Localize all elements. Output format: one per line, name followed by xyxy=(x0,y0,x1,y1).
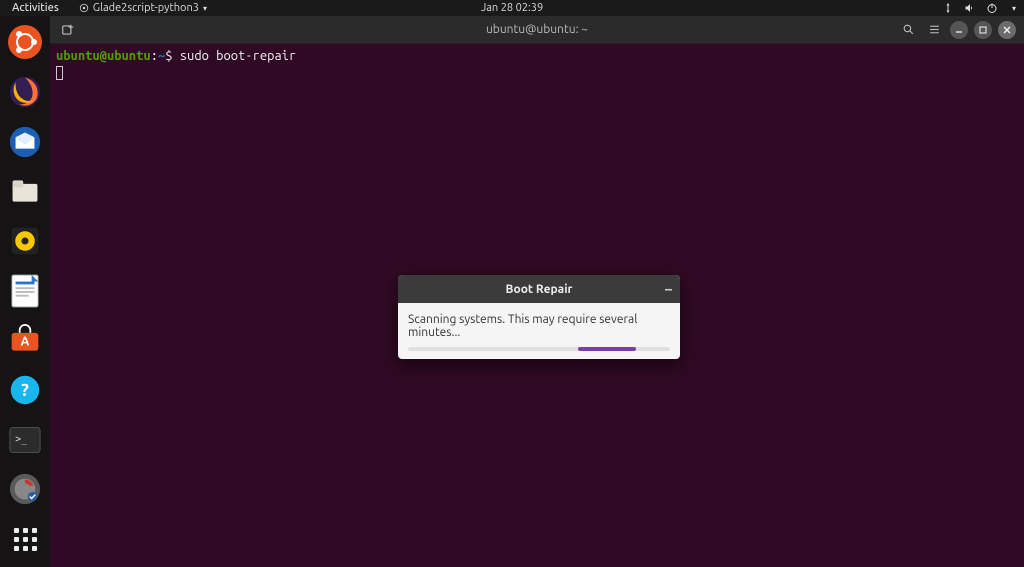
window-close-button[interactable] xyxy=(998,21,1016,39)
dock-item-rhythmbox[interactable] xyxy=(5,223,45,259)
dock: A ? >_ xyxy=(0,16,50,567)
dialog-titlebar[interactable]: Boot Repair – xyxy=(398,275,680,303)
search-button[interactable] xyxy=(898,20,918,40)
terminal-cursor xyxy=(56,66,63,80)
show-applications-button[interactable] xyxy=(5,521,45,557)
terminal-command: sudo boot-repair xyxy=(180,49,296,63)
window-minimize-button[interactable] xyxy=(950,21,968,39)
app-menu[interactable]: Glade2script-python3 ▾ xyxy=(71,2,215,14)
prompt-sep: : xyxy=(151,49,158,63)
grid-icon xyxy=(14,528,37,551)
menu-button[interactable] xyxy=(924,20,944,40)
boot-repair-dialog: Boot Repair – Scanning systems. This may… xyxy=(398,275,680,359)
dock-item-terminal[interactable]: >_ xyxy=(5,422,45,458)
dock-item-ubuntu-software[interactable]: A xyxy=(5,323,45,359)
dock-item-boot-repair[interactable] xyxy=(5,472,45,508)
app-icon xyxy=(79,3,89,13)
progress-bar xyxy=(408,347,670,351)
dock-item-libreoffice-writer[interactable] xyxy=(5,273,45,309)
volume-icon[interactable] xyxy=(964,2,976,14)
network-icon[interactable] xyxy=(942,2,954,14)
prompt-userhost: ubuntu@ubuntu xyxy=(56,49,151,63)
svg-text:A: A xyxy=(21,335,30,349)
caret-down-icon[interactable]: ▾ xyxy=(1012,4,1016,13)
dock-item-thunderbird[interactable] xyxy=(5,124,45,160)
dock-item-files[interactable] xyxy=(5,173,45,209)
new-tab-button[interactable] xyxy=(58,20,78,40)
progress-indicator xyxy=(578,347,636,351)
dock-item-firefox[interactable] xyxy=(5,74,45,110)
dock-item-ubuntu[interactable] xyxy=(5,24,45,60)
system-tray[interactable]: ▾ xyxy=(942,2,1024,14)
svg-text:?: ? xyxy=(21,380,29,400)
caret-down-icon: ▾ xyxy=(203,4,207,13)
dialog-title: Boot Repair xyxy=(506,283,573,296)
terminal-title: ubuntu@ubuntu: ~ xyxy=(486,23,588,36)
top-panel: Activities Glade2script-python3 ▾ Jan 28… xyxy=(0,0,1024,16)
window-maximize-button[interactable] xyxy=(974,21,992,39)
terminal-headerbar: ubuntu@ubuntu: ~ xyxy=(50,16,1024,44)
activities-button[interactable]: Activities xyxy=(0,2,71,14)
app-menu-label: Glade2script-python3 xyxy=(93,2,199,14)
prompt-symbol: $ xyxy=(165,49,172,63)
dialog-message: Scanning systems. This may require sever… xyxy=(408,313,670,339)
dialog-minimize-button[interactable]: – xyxy=(665,282,672,296)
svg-text:>_: >_ xyxy=(15,434,27,445)
dock-item-help[interactable]: ? xyxy=(5,372,45,408)
dialog-body: Scanning systems. This may require sever… xyxy=(398,303,680,359)
power-icon[interactable] xyxy=(986,2,998,14)
clock[interactable]: Jan 28 02:39 xyxy=(481,2,543,14)
